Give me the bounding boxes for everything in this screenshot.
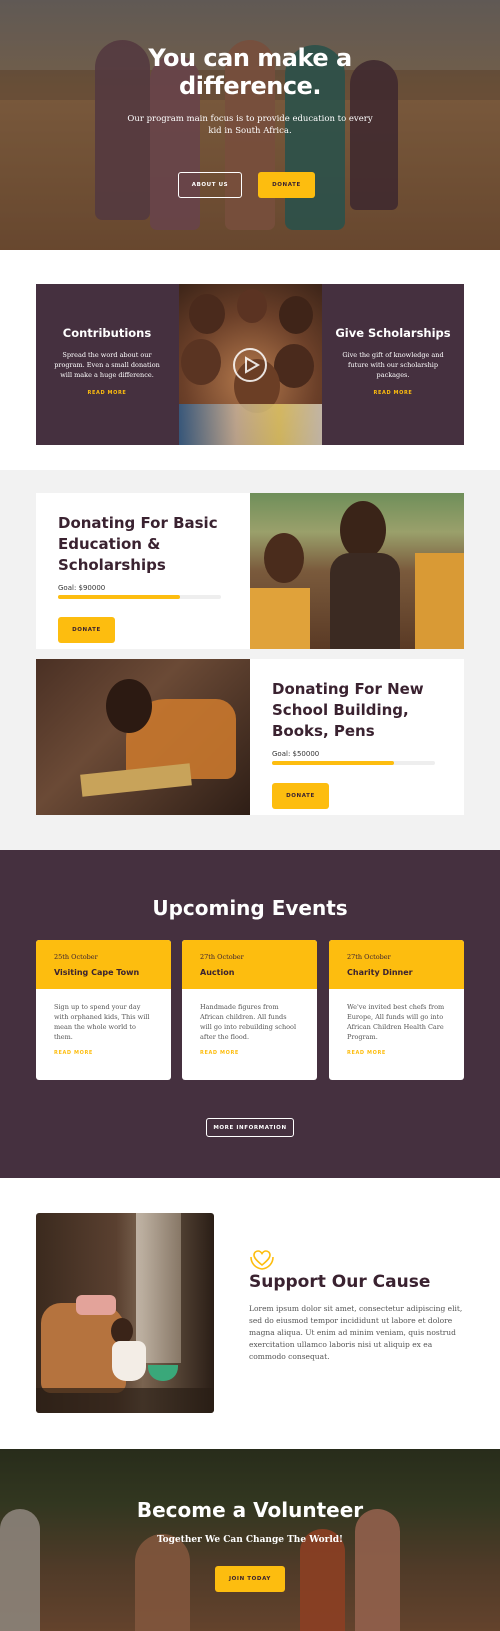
contributions-card: Contributions Spread the word about our … — [36, 284, 178, 445]
child-writing-photo — [36, 659, 250, 815]
volunteer-title: Become a Volunteer — [136, 1498, 364, 1522]
event-title: Charity Dinner — [347, 968, 413, 977]
hero-section: You can make a difference. Our program m… — [0, 0, 500, 250]
scholarships-text: Give the gift of knowledge and future wi… — [342, 351, 444, 379]
donation-progress-fill — [272, 761, 395, 765]
event-card[interactable]: 27th October Auction Handmade figures fr… — [182, 940, 317, 1080]
donate-button[interactable]: DONATE — [58, 617, 115, 643]
event-card[interactable]: 27th October Charity Dinner We've invite… — [329, 940, 464, 1080]
hero-donate-button[interactable]: DONATE — [258, 172, 315, 198]
donation-progress-bar — [58, 595, 221, 599]
event-date: 27th October — [200, 953, 244, 961]
more-information-button[interactable]: MORE INFORMATION — [206, 1118, 294, 1137]
donation-progress-fill — [58, 595, 181, 599]
volunteer-section: Become a Volunteer Together We Can Chang… — [0, 1449, 500, 1631]
heart-hands-icon — [250, 1250, 274, 1270]
donation-goal: Goal: $50000 — [272, 750, 320, 758]
event-read-more-link[interactable]: READ MORE — [329, 1042, 464, 1056]
hero-title: You can make a difference. — [148, 44, 352, 100]
event-description: Sign up to spend your day with orphaned … — [54, 1003, 150, 1041]
event-description: Handmade figures from African children. … — [200, 1003, 297, 1041]
donation-title: Donating For New School Building, Books,… — [272, 680, 424, 740]
support-title: Support Our Cause — [249, 1272, 431, 1292]
children-photo — [250, 493, 464, 649]
donation-card-education: Donating For Basic Education & Scholarsh… — [36, 493, 464, 649]
event-date: 27th October — [347, 953, 391, 961]
donate-button[interactable]: DONATE — [272, 783, 329, 809]
events-section: Upcoming Events 25th October Visiting Ca… — [0, 850, 500, 1178]
join-today-button[interactable]: JOIN TODAY — [215, 1566, 285, 1592]
contributions-read-more-link[interactable]: READ MORE — [36, 390, 178, 396]
event-date: 25th October — [54, 953, 98, 961]
donation-card-building: Donating For New School Building, Books,… — [36, 659, 464, 815]
about-us-button[interactable]: ABOUT US — [178, 172, 242, 198]
event-read-more-link[interactable]: READ MORE — [36, 1042, 171, 1056]
contributions-text: Spread the word about our program. Even … — [54, 351, 160, 379]
events-title: Upcoming Events — [152, 896, 348, 920]
donation-progress-bar — [272, 761, 435, 765]
play-icon[interactable] — [232, 347, 268, 383]
volunteer-tagline: Together We Can Change The World! — [156, 1535, 343, 1545]
support-photo — [36, 1213, 214, 1413]
scholarships-title: Give Scholarships — [335, 326, 451, 340]
support-text: Lorem ipsum dolor sit amet, consectetur … — [249, 1304, 463, 1361]
hero-subtitle: Our program main focus is to provide edu… — [127, 114, 373, 136]
event-title: Visiting Cape Town — [54, 968, 140, 977]
contributions-title: Contributions — [62, 326, 152, 340]
event-title: Auction — [200, 968, 235, 977]
event-card[interactable]: 25th October Visiting Cape Town Sign up … — [36, 940, 171, 1080]
scholarships-card: Give Scholarships Give the gift of knowl… — [322, 284, 464, 445]
promo-section: Contributions Spread the word about our … — [36, 284, 464, 445]
donation-title: Donating For Basic Education & Scholarsh… — [58, 514, 218, 574]
event-read-more-link[interactable]: READ MORE — [182, 1042, 317, 1056]
children-video-thumbnail[interactable] — [179, 284, 322, 445]
event-description: We've invited best chefs from Europe, Al… — [347, 1003, 445, 1041]
scholarships-read-more-link[interactable]: READ MORE — [322, 390, 464, 396]
donation-goal: Goal: $90000 — [58, 584, 106, 592]
